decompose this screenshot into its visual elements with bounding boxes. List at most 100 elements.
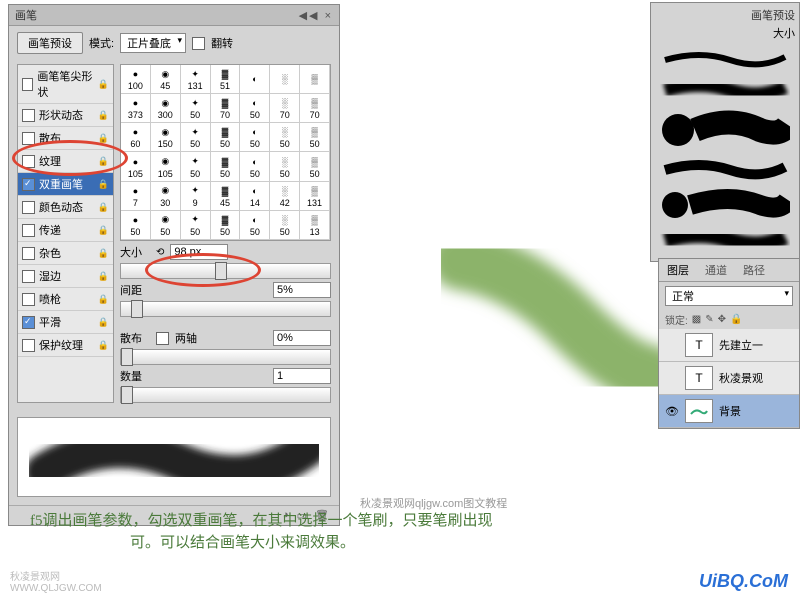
brush-swatch[interactable]: ▓50: [211, 123, 241, 152]
brush-swatch[interactable]: ◐50: [240, 211, 270, 240]
brush-swatch[interactable]: ✦131: [181, 65, 211, 94]
brush-preset-button[interactable]: 画笔预设: [17, 32, 83, 54]
option-checkbox[interactable]: [22, 155, 35, 168]
brush-swatch[interactable]: ◐50: [240, 94, 270, 123]
brush-swatch[interactable]: ●105: [121, 152, 151, 181]
brush-swatch[interactable]: ◉105: [151, 152, 181, 181]
option-checkbox[interactable]: [22, 247, 35, 260]
brush-swatch[interactable]: ▒13: [300, 211, 330, 240]
option-画笔笔尖形状[interactable]: 画笔笔尖形状🔒: [18, 65, 113, 104]
brush-swatch[interactable]: ●7: [121, 182, 151, 211]
presets-title[interactable]: 画笔预设: [751, 7, 795, 23]
brush-swatch[interactable]: ◉300: [151, 94, 181, 123]
brush-swatch[interactable]: ◉30: [151, 182, 181, 211]
option-checkbox[interactable]: [22, 201, 35, 214]
lock-icon[interactable]: 🔒: [98, 79, 109, 90]
brush-swatch[interactable]: ✦50: [181, 211, 211, 240]
brush-swatch[interactable]: ●50: [121, 211, 151, 240]
brush-swatch[interactable]: ◐: [240, 65, 270, 94]
option-湿边[interactable]: 湿边🔒: [18, 265, 113, 288]
brush-swatch[interactable]: ▒131: [300, 182, 330, 211]
scatter-slider[interactable]: [120, 349, 331, 365]
lock-move-icon[interactable]: ✥: [718, 314, 726, 325]
brush-swatch[interactable]: ▓50: [211, 152, 241, 181]
brush-swatch[interactable]: ▒70: [300, 94, 330, 123]
brush-swatch[interactable]: ✦9: [181, 182, 211, 211]
brush-swatch[interactable]: ●60: [121, 123, 151, 152]
lock-icon[interactable]: 🔒: [98, 202, 109, 213]
count-slider[interactable]: [120, 387, 331, 403]
option-喷枪[interactable]: 喷枪🔒: [18, 288, 113, 311]
brush-swatch[interactable]: ░70: [270, 94, 300, 123]
both-axes-checkbox[interactable]: [156, 332, 169, 345]
option-checkbox[interactable]: [22, 339, 35, 352]
blend-mode-dropdown[interactable]: 正常: [665, 286, 793, 306]
brush-swatch[interactable]: ▓70: [211, 94, 241, 123]
brush-swatch[interactable]: ▓51: [211, 65, 241, 94]
size-value[interactable]: 98 px: [170, 244, 228, 260]
tab-paths[interactable]: 路径: [735, 259, 773, 281]
mode-dropdown[interactable]: 正片叠底: [120, 33, 186, 53]
brush-swatch[interactable]: ░: [270, 65, 300, 94]
brush-swatch[interactable]: ░50: [270, 123, 300, 152]
flip-icon[interactable]: ⟲: [156, 247, 164, 258]
lock-icon[interactable]: 🔒: [98, 294, 109, 305]
brush-swatch[interactable]: ▒: [300, 65, 330, 94]
option-checkbox[interactable]: [22, 78, 33, 91]
option-杂色[interactable]: 杂色🔒: [18, 242, 113, 265]
brush-swatch[interactable]: ▓45: [211, 182, 241, 211]
option-保护纹理[interactable]: 保护纹理🔒: [18, 334, 113, 357]
spacing-slider[interactable]: [120, 301, 331, 317]
option-纹理[interactable]: 纹理🔒: [18, 150, 113, 173]
layer-row[interactable]: T先建立一: [659, 329, 799, 362]
brush-swatch[interactable]: ●373: [121, 94, 151, 123]
brush-swatch[interactable]: ✦50: [181, 94, 211, 123]
brush-swatch[interactable]: ▒50: [300, 123, 330, 152]
brush-swatch[interactable]: ▒50: [300, 152, 330, 181]
flip-checkbox[interactable]: [192, 37, 205, 50]
option-传递[interactable]: 传递🔒: [18, 219, 113, 242]
visibility-icon[interactable]: 👁: [665, 405, 679, 418]
option-双重画笔[interactable]: 双重画笔🔒: [18, 173, 113, 196]
brush-swatch[interactable]: ◉50: [151, 211, 181, 240]
option-颜色动态[interactable]: 颜色动态🔒: [18, 196, 113, 219]
lock-icon[interactable]: 🔒: [98, 110, 109, 121]
layer-row[interactable]: T秋凌景观: [659, 362, 799, 395]
preset-strokes[interactable]: [660, 45, 790, 255]
tab-layers[interactable]: 图层: [659, 259, 697, 281]
option-平滑[interactable]: 平滑🔒: [18, 311, 113, 334]
brush-swatch[interactable]: ◐14: [240, 182, 270, 211]
lock-icon[interactable]: 🔒: [98, 133, 109, 144]
option-checkbox[interactable]: [22, 109, 35, 122]
lock-icon[interactable]: 🔒: [98, 340, 109, 351]
option-checkbox[interactable]: [22, 224, 35, 237]
brush-swatch[interactable]: ▓50: [211, 211, 241, 240]
layer-row[interactable]: 👁背景: [659, 395, 799, 428]
lock-icon[interactable]: 🔒: [98, 156, 109, 167]
brush-swatch[interactable]: ░50: [270, 152, 300, 181]
option-checkbox[interactable]: [22, 132, 35, 145]
option-散布[interactable]: 散布🔒: [18, 127, 113, 150]
lock-transparent-icon[interactable]: ▩: [692, 314, 701, 325]
brush-swatch[interactable]: ◐50: [240, 152, 270, 181]
brush-swatch[interactable]: ✦50: [181, 123, 211, 152]
brush-swatch[interactable]: ░42: [270, 182, 300, 211]
option-形状动态[interactable]: 形状动态🔒: [18, 104, 113, 127]
lock-icon[interactable]: 🔒: [98, 248, 109, 259]
lock-icon[interactable]: 🔒: [98, 179, 109, 190]
option-checkbox[interactable]: [22, 316, 35, 329]
lock-all-icon[interactable]: 🔒: [730, 314, 742, 325]
lock-icon[interactable]: 🔒: [98, 271, 109, 282]
lock-paint-icon[interactable]: ✎: [705, 314, 713, 325]
count-value[interactable]: 1: [273, 368, 331, 384]
brush-grid[interactable]: ●100◉45✦131▓51◐░▒●373◉300✦50▓70◐50░70▒70…: [120, 64, 331, 241]
lock-icon[interactable]: 🔒: [98, 225, 109, 236]
lock-icon[interactable]: 🔒: [98, 317, 109, 328]
brush-swatch[interactable]: ●100: [121, 65, 151, 94]
scatter-value[interactable]: 0%: [273, 330, 331, 346]
panel-controls[interactable]: ◀◀ ×: [299, 9, 333, 22]
tab-channels[interactable]: 通道: [697, 259, 735, 281]
spacing-value[interactable]: 5%: [273, 282, 331, 298]
brush-swatch[interactable]: ◉150: [151, 123, 181, 152]
brush-swatch[interactable]: ◉45: [151, 65, 181, 94]
